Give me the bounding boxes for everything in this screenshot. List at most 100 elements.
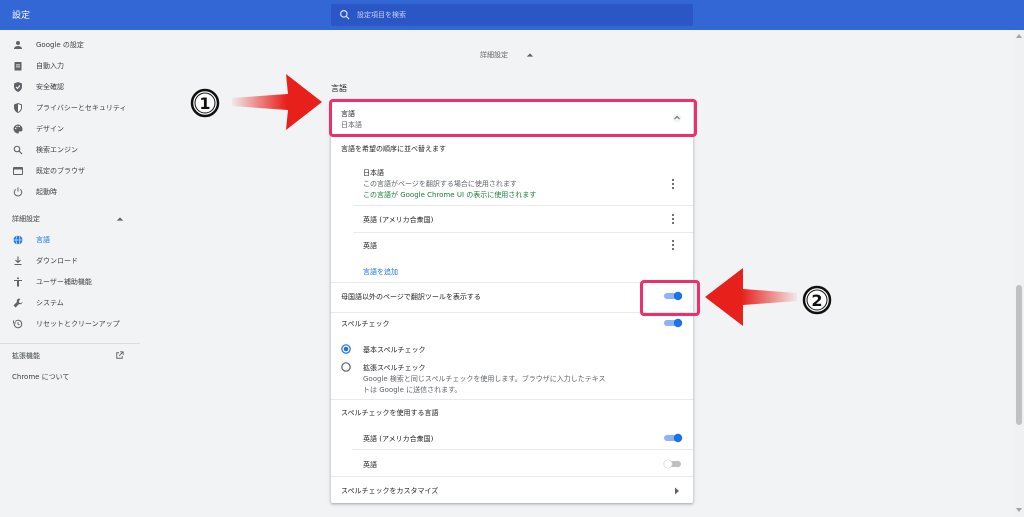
more-vert-icon[interactable]	[668, 213, 678, 225]
sidebar-item-label: デザイン	[36, 125, 64, 133]
sidebar-item-safety[interactable]: 安全確認	[0, 77, 140, 97]
translate-offer-label: 母国語以外のページで翻訳ツールを表示する	[341, 293, 481, 301]
power-icon	[13, 187, 23, 197]
browser-icon	[13, 167, 23, 175]
enhanced-spellcheck-desc: トは Google に送信されます。	[363, 386, 462, 394]
spell-language-toggle[interactable]	[663, 459, 683, 469]
sidebar-item-label: 検索エンジン	[36, 146, 78, 154]
languages-card: 言語 日本語 言語を希望の順序に並べ替えます 日本語 この言語がページを翻訳する…	[331, 101, 693, 503]
step-badge-number: 1	[199, 94, 210, 113]
caret-up-icon[interactable]	[526, 52, 534, 58]
search-box[interactable]: 設定項目を検索	[331, 4, 693, 26]
step-badge-number: 2	[811, 291, 822, 310]
scroll-thumb[interactable]	[1016, 285, 1022, 425]
more-vert-icon[interactable]	[668, 178, 678, 190]
sidebar-advanced-toggle[interactable]: 詳細設定	[0, 209, 140, 229]
sidebar-item-reset[interactable]: リセットとクリーンアップ	[0, 314, 140, 334]
scroll-up-arrow-icon[interactable]	[1016, 34, 1022, 38]
sidebar-item-appearance[interactable]: デザイン	[0, 119, 140, 139]
highlight-box-language	[329, 99, 697, 137]
sidebar-item-startup[interactable]: 起動時	[0, 182, 140, 202]
language-name: 英語	[363, 242, 377, 250]
sidebar-divider	[0, 343, 140, 344]
globe-icon	[13, 235, 23, 245]
wrench-icon	[13, 298, 23, 308]
sidebar-item-label: 自動入力	[36, 62, 64, 70]
shield-icon	[14, 103, 22, 113]
row-separator	[353, 205, 693, 206]
spellcheck-languages-label: スペルチェックを使用する言語	[341, 409, 439, 417]
spellcheck-label: スペルチェック	[341, 320, 390, 328]
sidebar-item-label: 言語	[36, 236, 50, 244]
spellcheck-toggle[interactable]	[663, 318, 683, 328]
sidebar-item-label: 既定のブラウザ	[36, 167, 85, 175]
scrollbar[interactable]	[1014, 30, 1024, 517]
sidebar-item-privacy[interactable]: プライバシーとセキュリティ	[0, 98, 140, 118]
sidebar: Google の設定 自動入力 安全確認 プライバシーとセキュリティ デザイン …	[0, 30, 140, 517]
language-desc-ui: この言語が Google Chrome UI の表示に使用されます	[363, 191, 537, 199]
sidebar-item-google[interactable]: Google の設定	[0, 35, 140, 55]
language-desc: この言語がページを翻訳する場合に使用されます	[363, 180, 517, 188]
chevron-right-icon[interactable]	[674, 487, 680, 495]
row-separator	[331, 476, 693, 477]
basic-spellcheck-radio[interactable]	[341, 344, 351, 354]
arrow-right-icon	[232, 74, 322, 130]
row-separator	[331, 312, 693, 313]
sidebar-item-label: Google の設定	[36, 41, 84, 49]
add-language-link[interactable]: 言語を追加	[363, 267, 398, 277]
sidebar-item-label: 安全確認	[36, 83, 64, 91]
enhanced-spellcheck-radio[interactable]	[341, 362, 351, 372]
customize-spellcheck-link[interactable]: スペルチェックをカスタマイズ	[341, 486, 438, 496]
shield-check-icon	[14, 82, 22, 92]
sidebar-item-label: Chrome について	[12, 373, 70, 381]
sidebar-item-system[interactable]: システム	[0, 293, 140, 313]
sidebar-item-label: リセットとクリーンアップ	[36, 320, 120, 328]
sidebar-item-extensions[interactable]: 拡張機能	[0, 346, 140, 366]
language-name: 英語 (アメリカ合衆国)	[363, 216, 434, 224]
spell-language-toggle[interactable]	[663, 433, 683, 443]
row-separator	[331, 399, 693, 400]
advanced-section-header[interactable]: 詳細設定	[480, 50, 508, 60]
arrow-left-icon	[705, 268, 797, 326]
download-icon	[14, 256, 22, 265]
open-in-new-icon	[116, 351, 124, 359]
row-separator	[353, 449, 693, 450]
sidebar-item-label: 拡張機能	[12, 352, 40, 360]
accessibility-icon	[14, 277, 22, 287]
highlight-box-translate-toggle	[640, 280, 700, 316]
basic-spellcheck-label: 基本スペルチェック	[363, 346, 426, 354]
search-icon	[13, 145, 23, 155]
sidebar-item-accessibility[interactable]: ユーザー補助機能	[0, 272, 140, 292]
language-order-label: 言語を希望の順序に並べ替えます	[341, 145, 446, 153]
sidebar-item-label: システム	[36, 299, 64, 307]
enhanced-spellcheck-label: 拡張スペルチェック	[363, 364, 426, 372]
search-icon	[340, 10, 350, 20]
person-icon	[14, 41, 22, 49]
history-icon	[13, 319, 23, 329]
spell-language-name: 英語	[363, 461, 377, 469]
app-title: 設定	[12, 11, 31, 21]
sidebar-item-search-engine[interactable]: 検索エンジン	[0, 140, 140, 160]
palette-icon	[13, 124, 23, 134]
languages-section-title: 言語	[331, 84, 347, 93]
sidebar-item-default-browser[interactable]: 既定のブラウザ	[0, 161, 140, 181]
sidebar-item-label: 起動時	[36, 188, 57, 196]
sidebar-item-label: ダウンロード	[36, 257, 78, 265]
sidebar-item-label: プライバシーとセキュリティ	[36, 104, 127, 112]
language-name: 日本語	[363, 169, 384, 177]
enhanced-spellcheck-desc: Google 検索と同じスペルチェックを使用します。ブラウザに入力したテキス	[363, 375, 606, 383]
scroll-down-arrow-icon[interactable]	[1016, 508, 1022, 512]
sidebar-item-about[interactable]: Chrome について	[0, 367, 140, 387]
sidebar-item-downloads[interactable]: ダウンロード	[0, 251, 140, 271]
clipboard-icon	[14, 62, 22, 71]
step-badge-2: 2	[802, 285, 832, 315]
caret-up-icon	[116, 217, 124, 221]
more-vert-icon[interactable]	[668, 239, 678, 251]
top-bar: 設定 設定項目を検索	[0, 0, 1024, 30]
step-badge-1: 1	[190, 88, 220, 118]
sidebar-advanced-label: 詳細設定	[12, 215, 40, 223]
sidebar-item-autofill[interactable]: 自動入力	[0, 56, 140, 76]
search-input[interactable]: 設定項目を検索	[357, 10, 406, 20]
spell-language-name: 英語 (アメリカ合衆国)	[363, 435, 434, 443]
sidebar-item-languages[interactable]: 言語	[0, 230, 140, 250]
